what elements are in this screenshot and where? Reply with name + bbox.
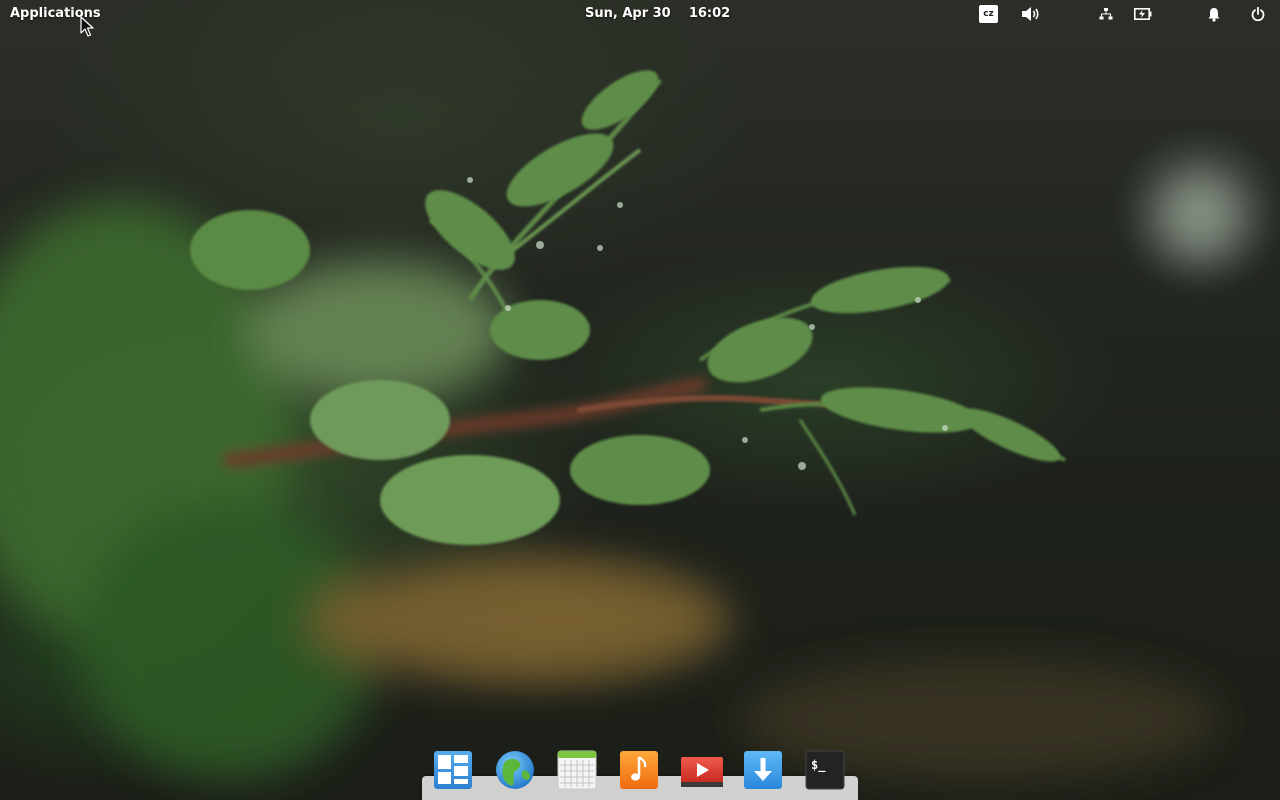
dock-item-terminal[interactable]: $_: [804, 749, 846, 791]
date-time-indicator[interactable]: Sun, Apr 30 16:02: [585, 6, 730, 21]
top-panel: Applications Sun, Apr 30 16:02 cz: [0, 0, 1280, 28]
videos-icon: [681, 757, 723, 787]
keyboard-layout-icon: cz: [979, 5, 998, 23]
network-indicator[interactable]: [1098, 4, 1114, 24]
dock-item-videos[interactable]: [680, 749, 723, 791]
volume-icon: [1022, 7, 1039, 21]
power-icon: [1251, 7, 1265, 21]
desktop: Applications Sun, Apr 30 16:02 cz $_: [0, 0, 1280, 800]
dock-item-appcenter[interactable]: [742, 749, 784, 791]
battery-icon: [1134, 8, 1152, 20]
mouse-cursor-icon: [80, 16, 94, 37]
appcenter-download-icon: [744, 751, 782, 789]
music-icon: [620, 751, 658, 789]
dock-item-music[interactable]: [618, 749, 660, 791]
sound-indicator[interactable]: [1020, 4, 1042, 24]
dock-item-web-browser[interactable]: [494, 749, 536, 791]
notifications-icon: [1208, 7, 1220, 22]
keyboard-layout-indicator[interactable]: cz: [979, 4, 998, 24]
dock-item-calendar[interactable]: [556, 749, 598, 791]
power-battery-indicator[interactable]: [1133, 4, 1153, 24]
terminal-prompt-glyph: $_: [811, 758, 826, 773]
wallpaper-image: [0, 70, 1245, 780]
multitasking-view-icon: [434, 751, 472, 789]
calendar-icon: [557, 750, 597, 790]
terminal-icon: $_: [805, 750, 845, 790]
web-browser-icon: [496, 751, 534, 789]
dock-item-multitasking-view[interactable]: [432, 749, 474, 791]
session-indicator[interactable]: [1250, 4, 1266, 24]
notifications-indicator[interactable]: [1206, 4, 1222, 24]
network-icon: [1099, 8, 1113, 20]
